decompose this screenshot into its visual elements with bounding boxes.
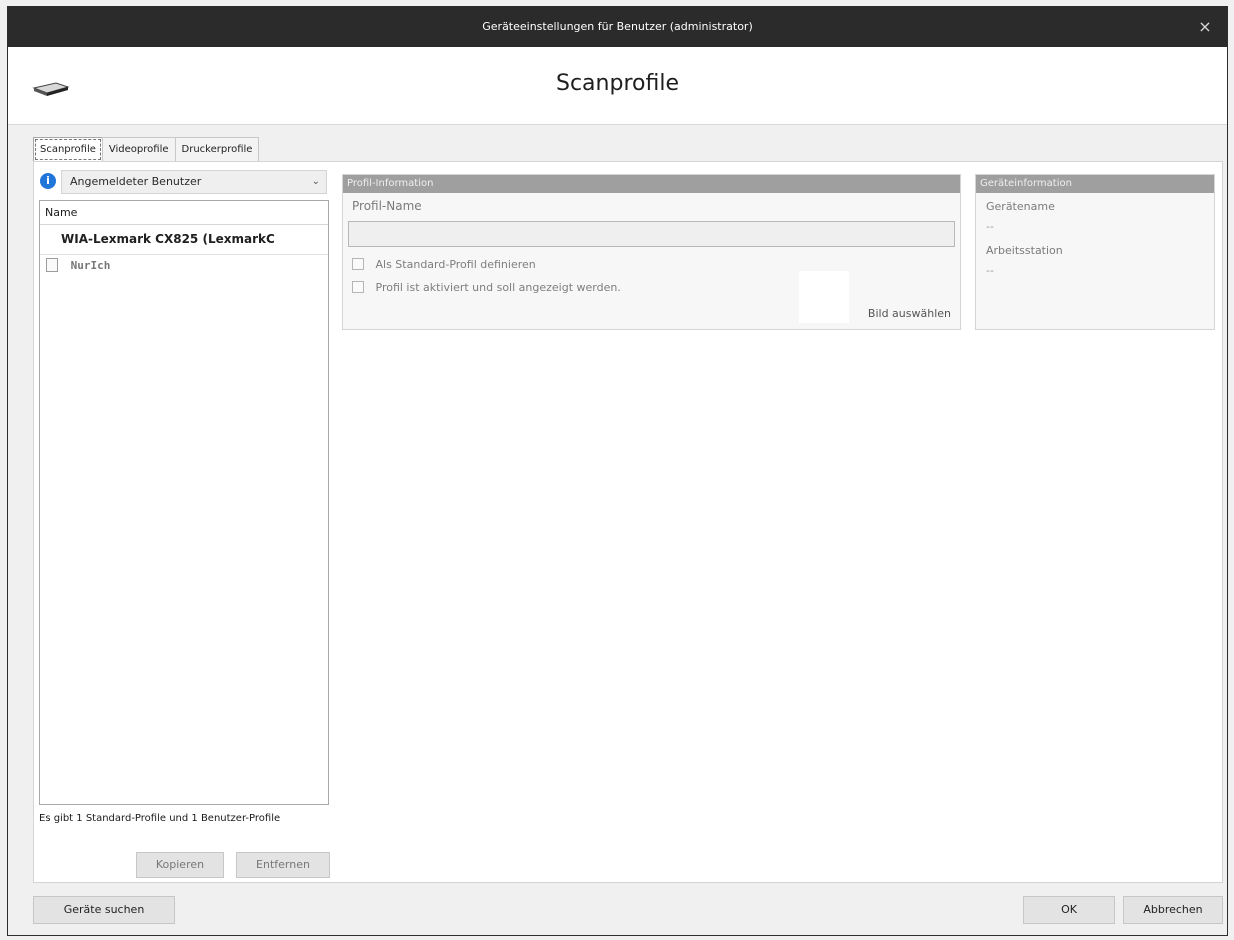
tab-druckerprofile[interactable]: Druckerprofile [174,137,260,162]
active-profile-label: Profil ist aktiviert und soll angezeigt … [375,281,621,294]
select-image-button[interactable]: Bild auswählen [868,307,951,320]
remove-button[interactable]: Entfernen [236,852,330,878]
device-list-item[interactable]: WIA-Lexmark CX825 (LexmarkC [40,225,328,255]
page-header: Scanprofile [8,47,1227,125]
profile-list-item[interactable]: NurIch [40,255,328,277]
default-profile-label: Als Standard-Profil definieren [375,258,536,271]
window-titlebar: Geräteeinstellungen für Benutzer (admini… [8,7,1227,47]
page-title: Scanprofile [556,71,679,96]
profile-list-panel: Name WIA-Lexmark CX825 (LexmarkC NurIch [39,200,329,805]
active-profile-checkbox[interactable] [352,281,364,293]
search-devices-button[interactable]: Geräte suchen [33,896,175,924]
settings-window: Geräteeinstellungen für Benutzer (admini… [7,6,1228,936]
user-dropdown-value: Angemeldeter Benutzer [70,175,202,188]
default-profile-checkbox[interactable] [352,258,364,270]
tab-videoprofile[interactable]: Videoprofile [101,137,176,162]
cancel-button[interactable]: Abbrechen [1123,896,1223,924]
chevron-down-icon: ⌄ [311,176,320,187]
device-information-panel: Geräteinformation Gerätename -- Arbeitss… [975,174,1215,330]
profile-information-header: Profil-Information [343,175,960,193]
profile-name-input[interactable] [348,221,955,247]
profile-tabs: Scanprofile Videoprofile Druckerprofile [33,137,260,162]
device-name-value: -- [986,220,994,233]
list-header-name[interactable]: Name [40,201,328,225]
profile-image-preview[interactable] [799,271,849,323]
profile-name-label: Profil-Name [352,199,422,213]
document-icon [46,258,58,272]
active-profile-option[interactable]: Profil ist aktiviert und soll angezeigt … [352,281,621,294]
default-profile-option[interactable]: Als Standard-Profil definieren [352,258,536,271]
user-selector: i Angemeldeter Benutzer ⌄ [40,170,327,194]
tab-content: i Angemeldeter Benutzer ⌄ Name WIA-Lexma… [33,161,1223,883]
profile-count-status: Es gibt 1 Standard-Profile und 1 Benutze… [39,813,281,824]
workstation-label: Arbeitsstation [986,244,1063,257]
close-icon[interactable]: × [1193,7,1217,47]
window-title: Geräteeinstellungen für Benutzer (admini… [482,20,753,33]
workstation-value: -- [986,264,994,277]
device-information-header: Geräteinformation [976,175,1214,193]
device-name-label: Gerätename [986,200,1055,213]
ok-button[interactable]: OK [1023,896,1115,924]
tab-scanprofile[interactable]: Scanprofile [33,137,103,162]
profile-name-label: NurIch [70,259,111,272]
user-dropdown[interactable]: Angemeldeter Benutzer ⌄ [61,170,327,194]
profile-information-panel: Profil-Information Profil-Name Als Stand… [342,174,961,330]
copy-button[interactable]: Kopieren [136,852,224,878]
info-icon: i [40,173,56,189]
